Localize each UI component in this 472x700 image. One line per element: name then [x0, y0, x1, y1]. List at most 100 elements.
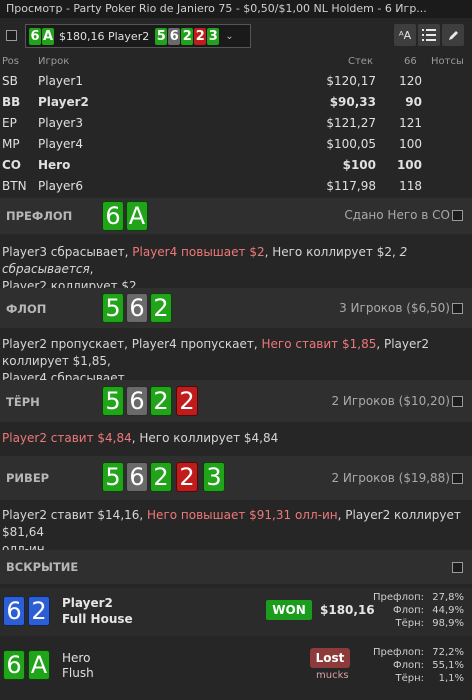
col-header-pos: Pos — [2, 56, 20, 67]
card: 5 — [102, 386, 124, 416]
card: 2 — [176, 462, 198, 492]
board-card-1: 5 — [155, 27, 168, 45]
card: 2 — [150, 386, 172, 416]
equity-label: Префлоп: — [373, 592, 424, 603]
card: A — [28, 650, 50, 680]
turn-checkbox[interactable] — [452, 396, 463, 407]
col-header-player: Игрок — [38, 56, 70, 67]
player-name: Hero — [38, 158, 71, 172]
card: 5 — [102, 293, 124, 323]
player-hands: 100 — [396, 158, 422, 172]
showdown-hand-name: Full House — [62, 612, 133, 626]
lost-badge: Lost — [310, 648, 350, 668]
showdown-hand-name: Flush — [62, 666, 94, 680]
player-pos: BB — [2, 95, 21, 109]
showdown-checkbox[interactable] — [452, 562, 463, 573]
player-hands: 121 — [399, 116, 422, 130]
player-row[interactable]: EP Player3 $121,27 121 — [0, 114, 472, 134]
pencil-icon — [448, 30, 458, 40]
flop-checkbox[interactable] — [452, 303, 463, 314]
player-pos: SB — [2, 74, 18, 88]
river-section-header: РИВЕР 5 6 2 2 3 2 Игроков ($19,88) — [0, 456, 472, 500]
turn-section-header: ТЁРН 5 6 2 2 2 Игроков ($10,20) — [0, 380, 472, 422]
turn-title: ТЁРН — [6, 395, 40, 409]
card: 6 — [126, 386, 148, 416]
won-badge: WON — [266, 600, 312, 620]
card: 3 — [203, 462, 225, 492]
equity-value: 98,9% — [432, 618, 464, 629]
mucks-label: mucks — [316, 670, 349, 681]
player-hands: 100 — [399, 137, 422, 151]
board-card-2: 6 — [168, 27, 181, 45]
player-hands: 90 — [405, 95, 422, 109]
font-size-icon: ᴬA — [398, 28, 412, 42]
player-stack: $100,05 — [326, 137, 376, 151]
card: 2 — [28, 596, 50, 626]
equity-label: Тёрн: — [395, 618, 424, 629]
preflop-section-header: ПРЕФЛОП 6 A Сдано Него в CO — [0, 198, 472, 234]
showdown-player-name: Player2 — [62, 596, 113, 610]
equity-value: 55,1% — [432, 660, 464, 671]
player-row[interactable]: CO Hero $100 100 — [0, 156, 472, 176]
font-size-button[interactable]: ᴬA — [394, 24, 416, 46]
showdown-title: ВСКРЫТИЕ — [6, 560, 79, 574]
player-name: Player2 — [38, 95, 89, 109]
card: 6 — [126, 462, 148, 492]
player-stack: $90,33 — [329, 95, 376, 109]
card: 6 — [3, 596, 25, 626]
player-pos: EP — [2, 116, 17, 130]
col-header-notes: Нотсы — [431, 56, 464, 67]
card: 2 — [176, 386, 198, 416]
showdown-player-row: 6 A Hero Flush Lost mucks Префлоп: 72,2%… — [0, 642, 472, 694]
card: 6 — [102, 201, 124, 231]
player-row[interactable]: MP Player4 $100,05 100 — [0, 135, 472, 155]
river-title: РИВЕР — [6, 471, 50, 485]
preflop-info: Сдано Него в CO — [344, 208, 450, 222]
list-icon — [422, 29, 436, 41]
card: 5 — [102, 462, 124, 492]
chevron-down-icon: ⌄ — [225, 30, 234, 42]
player-row[interactable]: BTN Player6 $117,98 118 — [0, 177, 472, 197]
player-row[interactable]: BB Player2 $90,33 90 — [0, 93, 472, 113]
hand-card-2: A — [42, 27, 54, 45]
equity-label: Флоп: — [392, 605, 424, 616]
equity-value: 1,1% — [438, 673, 464, 684]
river-info: 2 Игроков ($19,88) — [331, 471, 450, 485]
equity-value: 27,8% — [432, 592, 464, 603]
select-all-checkbox[interactable] — [6, 30, 17, 41]
window-title: Просмотр - Party Poker Rio de Janiero 75… — [0, 0, 472, 18]
player-hands: 118 — [399, 179, 422, 193]
edit-button[interactable] — [442, 24, 464, 46]
player-pos: BTN — [2, 179, 27, 193]
col-header-stack: Стек — [348, 56, 373, 67]
hand-select-dropdown[interactable]: 6 A $180,16 Player2 5 6 2 2 3 ⌄ — [25, 24, 251, 48]
turn-actions: Player2 ставит $4,84, Него коллирует $4,… — [2, 431, 279, 445]
player-stack: $120,17 — [326, 74, 376, 88]
player-name: Player4 — [38, 137, 83, 151]
player-pos: MP — [2, 137, 20, 151]
equity-value: 72,2% — [432, 647, 464, 658]
player-name: Player6 — [38, 179, 83, 193]
board-card-5: 3 — [207, 27, 220, 45]
card: 2 — [150, 293, 172, 323]
player-row[interactable]: SB Player1 $120,17 120 — [0, 72, 472, 92]
flop-section-header: ФЛОП 5 6 2 3 Игроков ($6,50) — [0, 288, 472, 328]
showdown-section-header: ВСКРЫТИЕ — [0, 550, 472, 584]
showdown-player-name: Hero — [62, 651, 91, 665]
preflop-checkbox[interactable] — [452, 210, 463, 221]
card: 2 — [150, 462, 172, 492]
card: 6 — [3, 650, 25, 680]
equity-label: Флоп: — [392, 660, 424, 671]
list-view-button[interactable] — [418, 24, 440, 46]
card: A — [126, 201, 148, 231]
hand-select-label: $180,16 Player2 — [59, 29, 150, 43]
player-name: Player3 — [38, 116, 83, 130]
river-checkbox[interactable] — [452, 473, 463, 484]
equity-label: Тёрн: — [395, 673, 424, 684]
player-stack: $121,27 — [326, 116, 376, 130]
col-header-hands: 66 — [404, 56, 417, 67]
toolbar: 6 A $180,16 Player2 5 6 2 2 3 ⌄ ᴬA — [0, 22, 472, 50]
board-card-3: 2 — [181, 27, 194, 45]
player-pos: CO — [2, 158, 22, 172]
equity-label: Префлоп: — [373, 647, 424, 658]
